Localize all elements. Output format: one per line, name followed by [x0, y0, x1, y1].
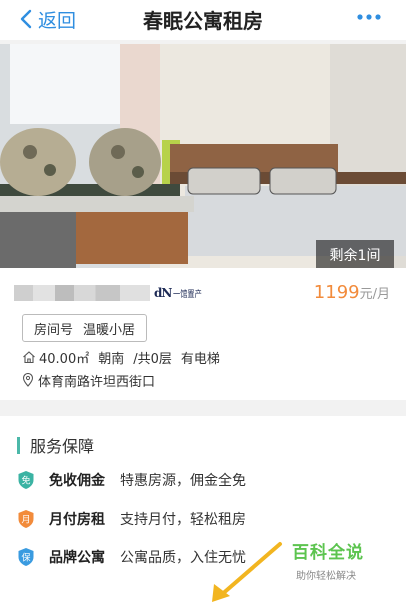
address-text: 体育南路许坦西街口	[38, 374, 156, 390]
more-icon[interactable]	[356, 10, 382, 24]
listing-card: dN 一馆置产 1199元/月 房间号 温暖小居 40.00㎡ 朝南 /共0层 …	[0, 268, 406, 400]
section-heading: 服务保障	[17, 436, 95, 456]
watermark: 百科全说 助你轻松解决	[292, 538, 364, 582]
service-desc: 支持月付，轻松租房	[120, 512, 246, 528]
room-name: 温暖小居	[83, 322, 136, 338]
shield-badge-icon: 免	[18, 471, 34, 489]
remaining-rooms-badge: 剩余1间	[316, 240, 394, 270]
brand-text: 一馆置产	[173, 289, 203, 300]
room-tag: 房间号 温暖小居	[22, 314, 147, 342]
badge-char: 保	[21, 552, 30, 564]
location-pin-icon	[22, 373, 34, 387]
service-title: 免收佣金	[49, 473, 105, 489]
blurred-listing-name	[14, 285, 150, 301]
shield-badge-icon: 保	[18, 548, 34, 566]
price: 1199元/月	[314, 282, 390, 303]
watermark-subtitle: 助你轻松解决	[296, 571, 356, 582]
service-title: 月付房租	[49, 512, 105, 528]
address-row[interactable]: 体育南路许坦西街口	[22, 371, 156, 390]
room-details: 40.00㎡ 朝南 /共0层 有电梯	[22, 348, 229, 367]
service-title: 品牌公寓	[49, 550, 105, 566]
navbar: 返回 春眠公寓租房	[0, 0, 406, 40]
page-title: 春眠公寓租房	[143, 9, 263, 33]
home-icon	[23, 351, 35, 364]
service-item-commission: 免 免收佣金 特惠房源，佣金全免	[17, 469, 246, 491]
price-unit: 元/月	[359, 287, 390, 302]
section-title: 服务保障	[30, 437, 95, 456]
service-item-monthly-pay: 月 月付房租 支持月付，轻松租房	[17, 508, 246, 530]
room-orientation: 朝南	[98, 351, 125, 367]
room-elevator: 有电梯	[180, 351, 220, 367]
price-value: 1199	[313, 282, 360, 303]
watermark-title: 百科全说	[292, 543, 364, 563]
annotation-arrow-icon	[212, 542, 282, 602]
room-photo[interactable]	[0, 44, 406, 268]
room-floors: /共0层	[133, 351, 172, 367]
brand-logo: dN 一馆置产	[154, 286, 209, 300]
badge-char: 免	[21, 475, 30, 487]
room-area: 40.00㎡	[39, 351, 90, 367]
shield-badge-icon: 月	[18, 510, 34, 528]
brand-mark: dN	[154, 286, 172, 300]
heading-accent-bar	[17, 436, 20, 454]
service-desc: 特惠房源，佣金全免	[120, 473, 246, 489]
badge-char: 月	[21, 515, 30, 526]
room-number-label: 房间号	[33, 322, 73, 338]
